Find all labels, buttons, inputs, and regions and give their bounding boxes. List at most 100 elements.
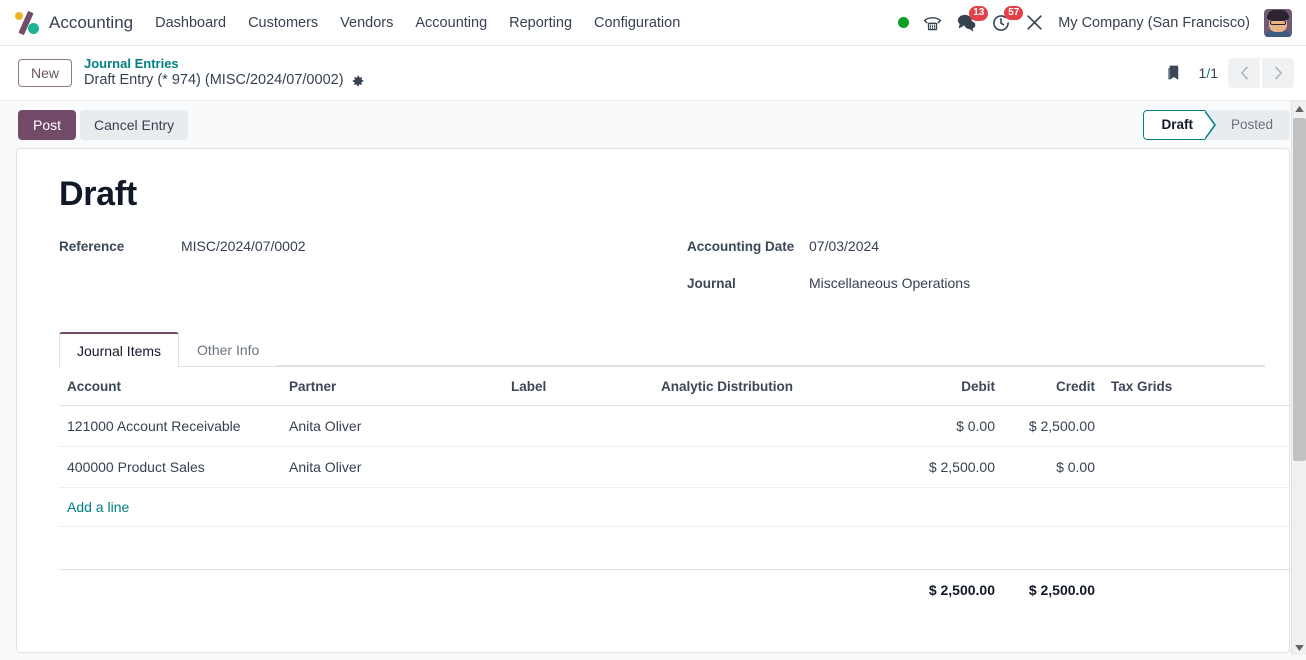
column-header-credit[interactable]: Credit [1003, 367, 1103, 406]
menu-item-configuration[interactable]: Configuration [594, 11, 680, 35]
column-header-debit[interactable]: Debit [881, 367, 1003, 406]
totals-blank-tax [1103, 570, 1283, 611]
column-header-tax-grids[interactable]: Tax Grids [1103, 367, 1283, 406]
new-button[interactable]: New [18, 59, 73, 87]
activities-clock-icon[interactable]: 57 [991, 5, 1024, 33]
cell-tax-grids[interactable] [1103, 405, 1283, 447]
cancel-entry-button[interactable]: Cancel Entry [80, 109, 189, 140]
scroll-down-arrow-icon[interactable] [1292, 640, 1306, 655]
breadcrumb-parent-journal-entries[interactable]: Journal Entries [84, 56, 365, 72]
form-fields: Reference MISC/2024/07/0002 Accounting D… [41, 236, 1265, 310]
cell-partner[interactable]: Anita Oliver [281, 446, 503, 488]
cell-account[interactable]: 121000 Account Receivable [59, 405, 281, 447]
column-header-label[interactable]: Label [503, 367, 653, 406]
logo-yellow-dot [15, 11, 23, 20]
top-navbar: Accounting Dashboard Customers Vendors A… [0, 0, 1306, 46]
menu-item-reporting[interactable]: Reporting [509, 11, 572, 35]
messages-icon[interactable]: 13 [956, 6, 989, 32]
vertical-scrollbar[interactable] [1291, 101, 1306, 655]
column-header-partner[interactable]: Partner [281, 367, 503, 406]
presence-online-icon[interactable] [898, 17, 910, 28]
pager-value[interactable]: 1/1 [1199, 65, 1218, 81]
field-accounting-date: Accounting Date 07/03/2024 [687, 236, 1265, 256]
table-row[interactable]: 400000 Product Sales Anita Oliver $ 2,50… [59, 446, 1306, 488]
totals-blank-analytic [653, 570, 881, 611]
table-head: Account Partner Label Analytic Distribut… [59, 367, 1306, 406]
table-header-row: Account Partner Label Analytic Distribut… [59, 367, 1306, 406]
cell-label[interactable] [503, 405, 653, 447]
notebook: Journal Items Other Info Account Partner… [41, 331, 1306, 610]
app-name[interactable]: Accounting [49, 13, 133, 33]
notebook-tabs: Journal Items Other Info [59, 331, 1265, 367]
pager-buttons [1228, 58, 1294, 88]
tabs-filler [277, 331, 1265, 366]
status-pipeline: Draft Posted [1143, 109, 1290, 140]
totals-debit: $ 2,500.00 [928, 582, 995, 598]
cell-debit[interactable]: $ 2,500.00 [881, 446, 1003, 488]
gear-icon[interactable] [351, 74, 365, 88]
add-a-line-link[interactable]: Add a line [67, 499, 129, 515]
menu-item-accounting[interactable]: Accounting [415, 11, 487, 35]
cell-label[interactable] [503, 446, 653, 488]
record-title: Draft Entry (* 974) (MISC/2024/07/0002) [84, 72, 344, 89]
activities-badge: 57 [1004, 5, 1024, 20]
page-title: Draft [59, 175, 137, 213]
field-accounting-date-value[interactable]: 07/03/2024 [809, 238, 879, 254]
journal-items-table: Account Partner Label Analytic Distribut… [59, 367, 1306, 610]
scrollbar-thumb[interactable] [1293, 118, 1306, 461]
add-a-line-row[interactable]: Add a line [59, 487, 1306, 527]
cell-partner[interactable]: Anita Oliver [281, 405, 503, 447]
tab-journal-items[interactable]: Journal Items [59, 332, 180, 367]
menu-item-vendors[interactable]: Vendors [340, 11, 393, 35]
voip-phone-icon[interactable] [923, 13, 942, 32]
menu-item-customers[interactable]: Customers [248, 11, 318, 35]
table-row[interactable]: 121000 Account Receivable Anita Oliver $… [59, 405, 1306, 447]
cell-credit[interactable]: $ 0.00 [1003, 446, 1103, 488]
bookmark-icon[interactable] [1158, 64, 1189, 83]
pager-previous-button[interactable] [1228, 58, 1260, 88]
messages-badge: 13 [969, 6, 989, 21]
totals-credit: $ 2,500.00 [1028, 582, 1095, 598]
tab-other-info[interactable]: Other Info [179, 332, 277, 367]
table-filler-cell [59, 526, 1306, 570]
company-switcher[interactable]: My Company (San Francisco) [1058, 15, 1250, 31]
menu-item-dashboard[interactable]: Dashboard [155, 11, 226, 35]
navbar-systray: 13 57 My Company (San Francisco) [898, 5, 1296, 37]
status-stage-posted[interactable]: Posted [1205, 110, 1290, 140]
control-panel: New Journal Entries Draft Entry (* 974) … [0, 46, 1306, 101]
column-header-account[interactable]: Account [59, 367, 281, 406]
scroll-up-arrow-icon[interactable] [1292, 101, 1306, 116]
debug-tools-icon[interactable] [1025, 13, 1044, 32]
field-journal-value[interactable]: Miscellaneous Operations [809, 275, 970, 291]
status-stage-draft[interactable]: Draft [1143, 109, 1216, 140]
breadcrumb-current-record: Draft Entry (* 974) (MISC/2024/07/0002) [84, 72, 365, 90]
form-sheet: Draft Reference MISC/2024/07/0002 Accoun… [16, 148, 1306, 653]
cell-analytic[interactable] [653, 405, 881, 447]
pager-total: 1 [1210, 65, 1218, 81]
table-filler-row [59, 526, 1306, 570]
cell-analytic[interactable] [653, 446, 881, 488]
field-reference: Reference MISC/2024/07/0002 [59, 236, 662, 256]
cell-tax-grids[interactable] [1103, 446, 1283, 488]
form-column-right: Accounting Date 07/03/2024 Journal Misce… [662, 236, 1265, 310]
pager-next-button[interactable] [1262, 58, 1294, 88]
field-reference-value[interactable]: MISC/2024/07/0002 [181, 238, 306, 254]
field-reference-label: Reference [59, 238, 125, 254]
cell-debit[interactable]: $ 0.00 [881, 405, 1003, 447]
control-panel-right: 1/1 [1158, 58, 1294, 88]
add-a-line-cell: Add a line [59, 487, 1306, 527]
logo-teal-dot [28, 22, 39, 34]
totals-blank-label [503, 570, 653, 611]
field-journal-label: Journal [687, 275, 736, 291]
column-header-analytic-distribution[interactable]: Analytic Distribution [653, 367, 881, 406]
field-journal: Journal Miscellaneous Operations [687, 273, 1265, 293]
cell-credit[interactable]: $ 2,500.00 [1003, 405, 1103, 447]
field-accounting-date-label: Accounting Date [687, 238, 795, 254]
form-statusbar: Post Cancel Entry Draft Posted [0, 101, 1306, 148]
totals-blank-partner [281, 570, 503, 611]
user-avatar[interactable] [1264, 8, 1292, 37]
form-column-left: Reference MISC/2024/07/0002 [59, 236, 662, 310]
cell-account[interactable]: 400000 Product Sales [59, 446, 281, 488]
odoo-logo-icon[interactable] [14, 10, 40, 36]
post-button[interactable]: Post [18, 109, 77, 140]
